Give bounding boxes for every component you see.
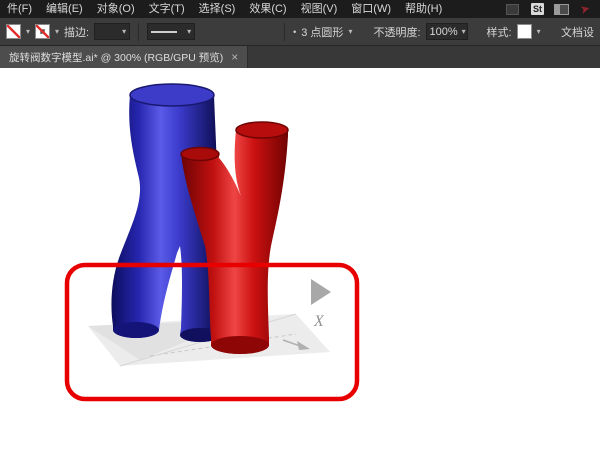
chevron-down-icon[interactable]: ▾ xyxy=(348,27,352,36)
share-cursor-icon[interactable]: ➤ xyxy=(578,1,591,17)
width-profile-dropdown[interactable]: ▾ xyxy=(147,23,196,40)
opacity-value: 100% xyxy=(429,25,458,38)
app-grid-icon[interactable] xyxy=(505,3,521,15)
menu-bar-icons: St ➤ xyxy=(505,1,600,17)
opacity-dropdown[interactable]: 100% ▾ xyxy=(425,23,468,40)
fill-none-swatch[interactable] xyxy=(6,24,21,39)
control-bar: ▾ ▾ 描边: ▾ ▾ • 3 点圆形 ▾ 不透明度: 100% ▾ 样式: ▾… xyxy=(0,18,600,46)
menu-type[interactable]: 文字(T) xyxy=(142,0,192,18)
document-tab-title: 旋转阀数字模型.ai* @ 300% (RGB/GPU 预览) xyxy=(9,51,224,64)
menu-view[interactable]: 视图(V) xyxy=(294,0,345,18)
document-tab[interactable]: 旋转阀数字模型.ai* @ 300% (RGB/GPU 预览) × xyxy=(0,46,249,68)
style-swatch[interactable] xyxy=(516,24,532,39)
chevron-down-icon: ▾ xyxy=(122,26,127,36)
chevron-down-icon[interactable]: ▾ xyxy=(26,27,30,36)
chevron-down-icon[interactable]: ▾ xyxy=(537,27,541,36)
brush-name[interactable]: 3 点圆形 xyxy=(301,24,343,40)
stroke-weight-label: 描边: xyxy=(64,26,90,39)
brush-dot-icon: • xyxy=(293,26,297,37)
workspace-layout-icon[interactable] xyxy=(554,3,570,15)
menu-object[interactable]: 对象(O) xyxy=(90,0,142,18)
close-icon[interactable]: × xyxy=(231,51,238,63)
document-setup-button[interactable]: 文档设 xyxy=(561,24,594,40)
style-label: 样式: xyxy=(486,26,512,39)
chevron-down-icon: ▾ xyxy=(187,26,192,36)
menu-select[interactable]: 选择(S) xyxy=(192,0,243,18)
opacity-label: 不透明度: xyxy=(373,26,421,39)
uniform-profile-icon xyxy=(151,30,178,33)
divider xyxy=(138,22,140,41)
artboard-canvas[interactable]: X xyxy=(0,68,600,451)
play-triangle[interactable] xyxy=(311,279,331,305)
axis-x-label: X xyxy=(313,313,325,330)
stock-icon[interactable]: St xyxy=(530,3,544,15)
chevron-down-icon: ▾ xyxy=(461,26,466,36)
menu-bar: 件(F) 编辑(E) 对象(O) 文字(T) 选择(S) 效果(C) 视图(V)… xyxy=(0,0,600,18)
menu-file[interactable]: 件(F) xyxy=(0,0,39,18)
menu-effect[interactable]: 效果(C) xyxy=(242,0,293,18)
illustrator-window: 件(F) 编辑(E) 对象(O) 文字(T) 选择(S) 效果(C) 视图(V)… xyxy=(0,0,600,451)
stroke-none-swatch[interactable] xyxy=(35,24,51,39)
document-tab-bar: 旋转阀数字模型.ai* @ 300% (RGB/GPU 预览) × xyxy=(0,46,600,68)
menu-edit[interactable]: 编辑(E) xyxy=(39,0,90,18)
stroke-weight-dropdown[interactable]: ▾ xyxy=(94,23,131,40)
divider xyxy=(284,22,286,41)
menu-help[interactable]: 帮助(H) xyxy=(398,0,449,18)
chevron-down-icon[interactable]: ▾ xyxy=(55,27,59,36)
menu-window[interactable]: 窗口(W) xyxy=(344,0,398,18)
artwork-svg: X xyxy=(64,83,360,402)
